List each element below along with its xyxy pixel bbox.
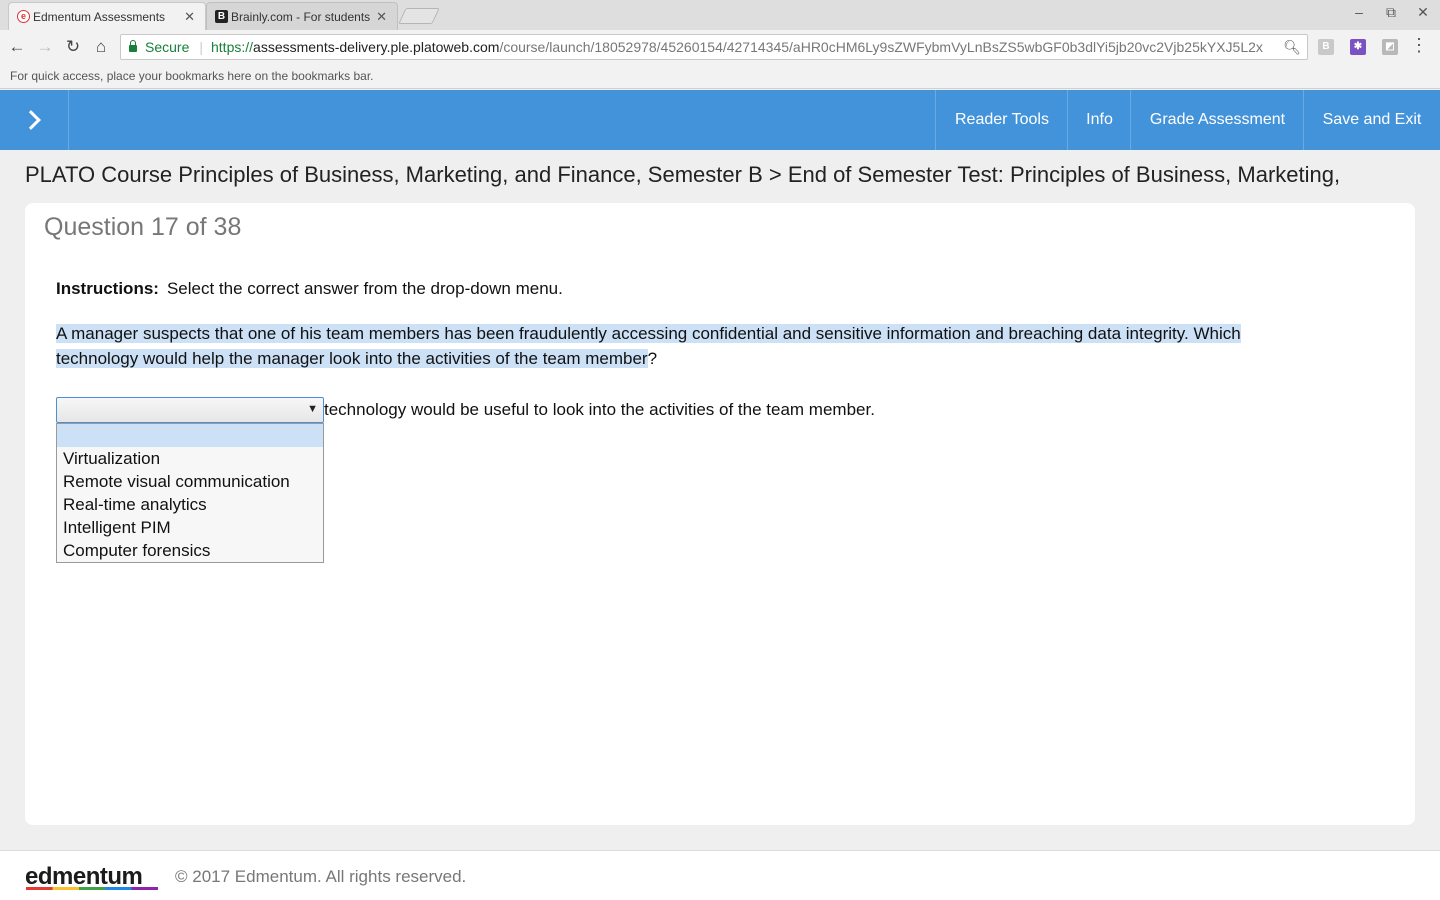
- question-prompt-end: ?: [647, 349, 658, 368]
- dropdown-option-intelligent-pim[interactable]: Intelligent PIM: [57, 516, 323, 539]
- address-separator: |: [199, 39, 203, 55]
- minimize-icon[interactable]: –: [1344, 4, 1374, 20]
- dropdown-list: Virtualization Remote visual communicati…: [56, 423, 324, 563]
- browser-tab-edmentum[interactable]: e Edmentum Assessments ✕: [8, 2, 206, 30]
- instructions: Instructions: Select the correct answer f…: [56, 279, 563, 299]
- extension-cast-icon[interactable]: ◩: [1382, 39, 1398, 55]
- question-number: Question 17 of 38: [44, 213, 242, 241]
- info-button[interactable]: Info: [1067, 90, 1131, 150]
- logo-color-bar: [26, 887, 158, 890]
- back-icon[interactable]: ←: [6, 36, 28, 58]
- footer: edmentum © 2017 Edmentum. All rights res…: [0, 850, 1440, 900]
- tab-close-icon[interactable]: ✕: [184, 9, 195, 25]
- tab-close-icon[interactable]: ✕: [376, 9, 387, 25]
- forward-icon[interactable]: →: [34, 36, 56, 58]
- breadcrumb: PLATO Course Principles of Business, Mar…: [25, 162, 1341, 187]
- instructions-text: Select the correct answer from the drop-…: [166, 279, 563, 298]
- address-bar[interactable]: Secure | https://assessments-delivery.pl…: [120, 34, 1308, 60]
- question-card: Question 17 of 38 Instructions: Select th…: [25, 203, 1415, 825]
- answer-dropdown[interactable]: ▼: [56, 397, 324, 423]
- dropdown-option-virtualization[interactable]: Virtualization: [57, 447, 323, 470]
- save-and-exit-button[interactable]: Save and Exit: [1303, 90, 1440, 150]
- answer-suffix: technology would be useful to look into …: [324, 400, 875, 419]
- question-prompt: A manager suspects that one of his team …: [56, 321, 1326, 371]
- browser-menu-icon[interactable]: ⋮: [1410, 35, 1428, 56]
- url-host: assessments-delivery.ple.platoweb.com: [253, 39, 500, 55]
- secure-label: Secure: [145, 39, 190, 55]
- close-window-icon[interactable]: ✕: [1408, 4, 1438, 21]
- bookmarks-bar: For quick access, place your bookmarks h…: [0, 64, 1440, 89]
- url-path: /course/launch/18052978/45260154/4271434…: [499, 39, 1263, 55]
- answer-row: ▼ technology would be useful to look int…: [56, 397, 875, 423]
- copyright-text: © 2017 Edmentum. All rights reserved.: [175, 867, 467, 886]
- brainly-favicon-icon: B: [215, 10, 228, 23]
- browser-toolbar: ← → ↻ ⌂ Secure | https://assessments-del…: [0, 30, 1440, 64]
- reload-icon[interactable]: ↻: [62, 36, 84, 58]
- zoom-icon[interactable]: 🔍︎: [1283, 39, 1301, 56]
- home-icon[interactable]: ⌂: [90, 36, 112, 58]
- dropdown-option-real-time-analytics[interactable]: Real-time analytics: [57, 493, 323, 516]
- url-protocol: https://: [211, 39, 254, 55]
- chevron-right-icon: [21, 110, 41, 130]
- app-header: Reader Tools Info Grade Assessment Save …: [0, 90, 1440, 150]
- browser-tab-strip: e Edmentum Assessments ✕ B Brainly.com -…: [0, 0, 1440, 30]
- edmentum-favicon-icon: e: [17, 10, 30, 23]
- lock-icon: [129, 39, 137, 52]
- tab-title: Brainly.com - For students: [231, 9, 371, 24]
- dropdown-option-blank[interactable]: [57, 424, 323, 447]
- new-tab-button[interactable]: [398, 8, 440, 24]
- dropdown-option-remote-visual-communication[interactable]: Remote visual communication: [57, 470, 323, 493]
- tab-title: Edmentum Assessments: [33, 9, 166, 24]
- extension-b-icon[interactable]: B: [1318, 39, 1334, 55]
- grade-assessment-button[interactable]: Grade Assessment: [1130, 90, 1304, 150]
- dropdown-arrow-icon: ▼: [307, 403, 318, 415]
- extension-puzzle-icon[interactable]: ✱: [1350, 39, 1366, 55]
- maximize-icon[interactable]: ⧉: [1376, 4, 1406, 21]
- reader-tools-button[interactable]: Reader Tools: [935, 90, 1068, 150]
- instructions-label: Instructions:: [56, 279, 159, 298]
- browser-tab-brainly[interactable]: B Brainly.com - For students ✕: [206, 2, 398, 30]
- dropdown-option-computer-forensics[interactable]: Computer forensics: [57, 539, 323, 562]
- menu-toggle-button[interactable]: [0, 90, 69, 150]
